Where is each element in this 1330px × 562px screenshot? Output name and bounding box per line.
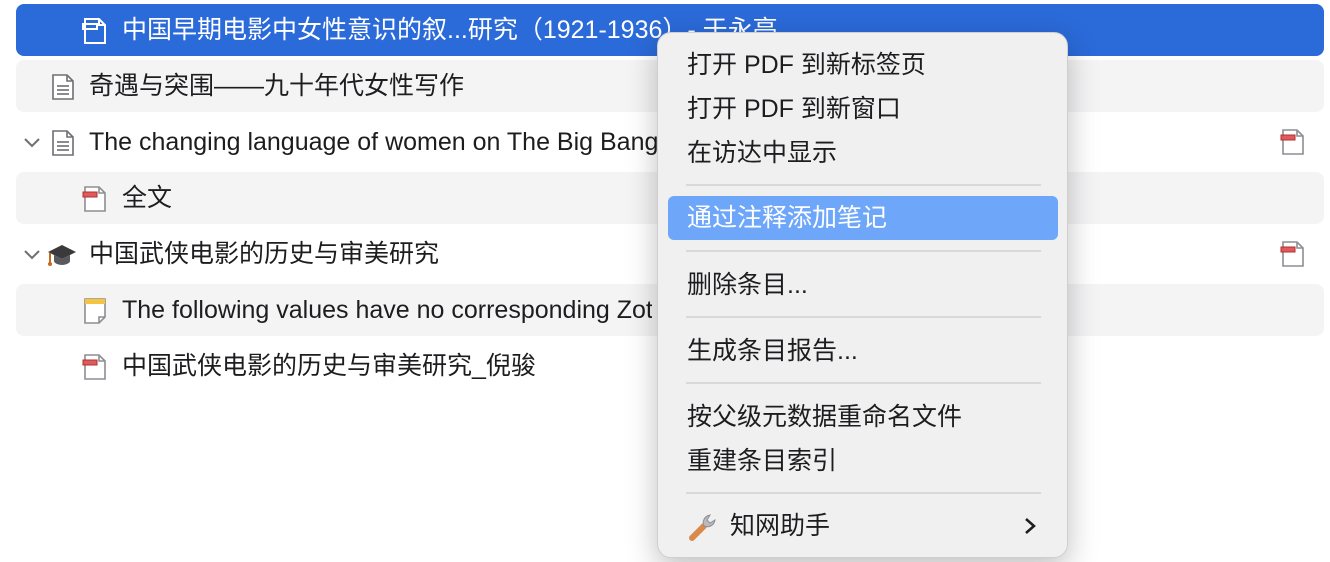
- chevron-down-icon[interactable]: [22, 244, 42, 264]
- pdf-indicator-icon[interactable]: [1280, 128, 1306, 156]
- pdf-indicator-icon[interactable]: [1280, 240, 1306, 268]
- menu-item-generate-report[interactable]: 生成条目报告...: [668, 329, 1058, 373]
- menu-separator: [686, 382, 1041, 384]
- menu-item-label: 重建条目索引: [687, 447, 838, 475]
- item-title: The following values have no correspondi…: [122, 296, 652, 324]
- document-icon: [52, 74, 74, 100]
- item-title: 中国武侠电影的历史与审美研究: [89, 240, 440, 268]
- menu-item-open-pdf-window[interactable]: 打开 PDF 到新窗口: [668, 87, 1058, 131]
- menu-item-label: 打开 PDF 到新标签页: [687, 51, 926, 79]
- chevron-down-icon[interactable]: [22, 132, 42, 152]
- document-icon: [52, 130, 74, 156]
- menu-item-label: 打开 PDF 到新窗口: [687, 95, 901, 123]
- wrench-icon: [689, 514, 716, 541]
- menu-separator: [686, 184, 1041, 186]
- context-menu: 打开 PDF 到新标签页 打开 PDF 到新窗口 在访达中显示 通过注释添加笔记…: [657, 32, 1068, 558]
- menu-separator: [686, 250, 1041, 252]
- menu-item-cnki-helper[interactable]: 知网助手: [668, 504, 1058, 548]
- pdf-attachment-icon: [82, 354, 106, 380]
- menu-item-label: 知网助手: [730, 512, 831, 540]
- menu-separator: [686, 316, 1041, 318]
- menu-item-label: 按父级元数据重命名文件: [687, 403, 963, 431]
- menu-item-add-note-from-annotations[interactable]: 通过注释添加笔记: [668, 196, 1058, 240]
- menu-item-label: 删除条目...: [687, 271, 808, 299]
- menu-item-label: 在访达中显示: [687, 139, 838, 167]
- chevron-right-icon: [1025, 518, 1036, 534]
- menu-item-reindex-item[interactable]: 重建条目索引: [668, 439, 1058, 483]
- menu-item-show-in-finder[interactable]: 在访达中显示: [668, 131, 1058, 175]
- menu-item-open-pdf-tab[interactable]: 打开 PDF 到新标签页: [668, 43, 1058, 87]
- menu-item-rename-from-parent[interactable]: 按父级元数据重命名文件: [668, 395, 1058, 439]
- menu-item-label: 生成条目报告...: [687, 337, 858, 365]
- item-title: 奇遇与突围——九十年代女性写作: [89, 72, 465, 100]
- menu-separator: [686, 492, 1041, 494]
- thesis-cap-icon: [48, 245, 76, 266]
- note-icon: [84, 298, 106, 324]
- pdf-attachment-icon: [82, 18, 106, 44]
- pdf-attachment-icon: [82, 186, 106, 212]
- item-title: 全文: [122, 184, 173, 212]
- item-title: 中国武侠电影的历史与审美研究_倪骏: [122, 352, 536, 380]
- menu-item-label: 通过注释添加笔记: [687, 204, 888, 232]
- menu-item-delete-item[interactable]: 删除条目...: [668, 263, 1058, 307]
